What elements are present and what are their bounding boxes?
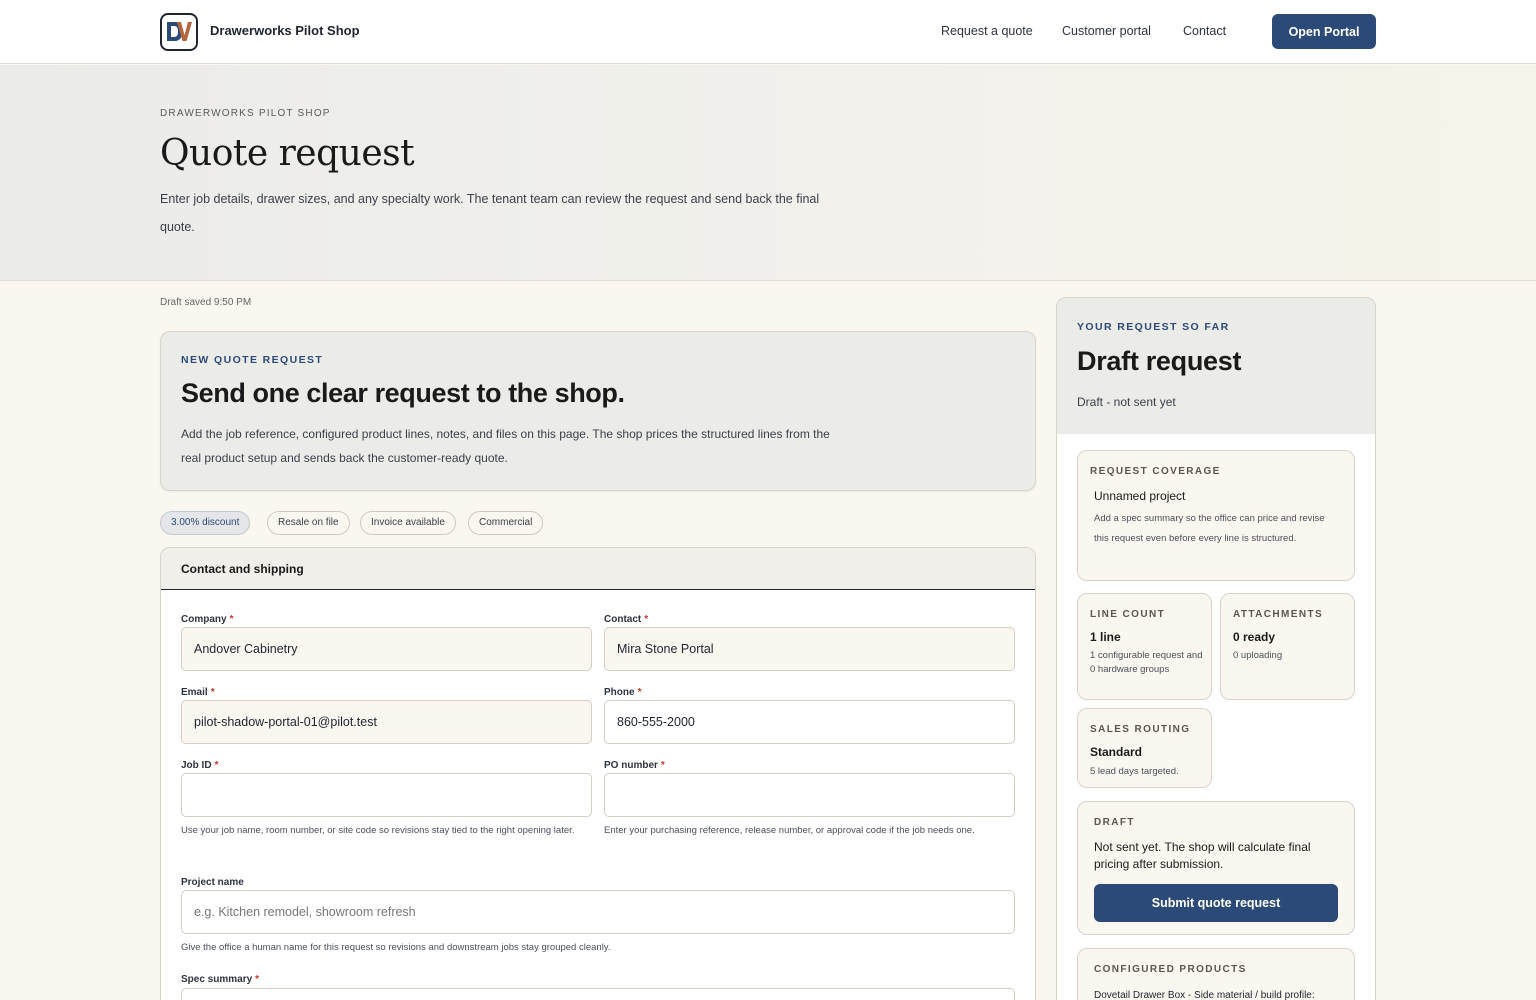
contact-shipping-form: Contact and shipping Company* Contact* E… [160, 547, 1036, 1000]
chip-discount: 3.00% discount [160, 511, 251, 535]
hero-eyebrow: DRAWERWORKS PILOT SHOP [160, 108, 331, 119]
chip-commercial: Commercial [468, 511, 544, 535]
nav-link-customer-portal[interactable]: Customer portal [1062, 24, 1151, 38]
chip-resale: Resale on file [267, 511, 350, 535]
contact-input[interactable] [604, 627, 1015, 671]
configured-product-line: Dovetail Drawer Box - Side material / bu… [1094, 990, 1315, 1000]
chip-invoice: Invoice available [360, 511, 456, 535]
request-summary-sidebar: YOUR REQUEST SO FAR Draft request Draft … [1056, 297, 1376, 1000]
draft-note: Not sent yet. The shop will calculate fi… [1094, 840, 1311, 871]
sales-routing-value: Standard [1090, 745, 1143, 759]
intro-title: Send one clear request to the shop. [181, 378, 625, 408]
project-name-label: Project name [181, 877, 244, 888]
hero-description: Enter job details, drawer sizes, and any… [160, 192, 820, 234]
po-number-label: PO number * [604, 760, 665, 771]
line-count-note: 1 configurable request and 0 hardware gr… [1090, 650, 1203, 675]
attachments-note: 0 uploading [1233, 650, 1283, 661]
sales-routing-note: 5 lead days targeted. [1090, 766, 1179, 777]
attachments-eyebrow: ATTACHMENTS [1233, 609, 1324, 620]
draft-saved-status: Draft saved 9:50 PM [160, 297, 252, 308]
contact-label: Contact * [604, 614, 649, 625]
coverage-note: Add a spec summary so the office can pri… [1094, 513, 1325, 544]
hero: DRAWERWORKS PILOT SHOP Quote request Ent… [0, 65, 1536, 281]
phone-input[interactable] [604, 700, 1015, 744]
page-title: Quote request [160, 133, 415, 174]
form-section-title: Contact and shipping [181, 562, 304, 576]
summary-status: Draft - not sent yet [1077, 395, 1176, 409]
company-input[interactable] [181, 627, 592, 671]
attachments-value: 0 ready [1233, 630, 1276, 644]
attachments-box: ATTACHMENTS 0 ready 0 uploading [1220, 593, 1355, 700]
phone-label: Phone * [604, 687, 642, 698]
project-name-input[interactable] [181, 890, 1015, 934]
coverage-value: Unnamed project [1094, 489, 1186, 503]
configured-products-eyebrow: CONFIGURED PRODUCTS [1094, 964, 1247, 975]
intro-description: Add the job reference, configured produc… [181, 427, 830, 465]
form-section-header: Contact and shipping [161, 548, 1035, 590]
brand-name[interactable]: Drawerworks Pilot Shop [210, 23, 360, 38]
job-id-label: Job ID * [181, 760, 219, 771]
intro-card: NEW QUOTE REQUEST Send one clear request… [160, 331, 1036, 491]
project-name-help: Give the office a human name for this re… [181, 942, 611, 953]
line-count-value: 1 line [1090, 630, 1121, 644]
request-coverage-box: REQUEST COVERAGE Unnamed project Add a s… [1077, 450, 1355, 581]
intro-eyebrow: NEW QUOTE REQUEST [181, 354, 324, 366]
draft-eyebrow: DRAFT [1094, 817, 1135, 828]
nav-link-contact[interactable]: Contact [1183, 24, 1226, 38]
line-count-box: LINE COUNT 1 line 1 configurable request… [1077, 593, 1212, 700]
brand-logo-icon[interactable] [160, 13, 198, 51]
draft-box: DRAFT Not sent yet. The shop will calcul… [1077, 801, 1355, 935]
company-label: Company * [181, 614, 234, 625]
top-nav: Drawerworks Pilot Shop Request a quote C… [0, 0, 1536, 64]
summary-eyebrow: YOUR REQUEST SO FAR [1077, 321, 1230, 333]
email-input[interactable] [181, 700, 592, 744]
summary-title: Draft request [1077, 346, 1242, 376]
job-id-input[interactable] [181, 773, 592, 817]
job-id-help: Use your job name, room number, or site … [181, 825, 575, 836]
summary-header: YOUR REQUEST SO FAR Draft request Draft … [1057, 298, 1375, 434]
open-portal-button[interactable]: Open Portal [1272, 14, 1376, 49]
po-number-help: Enter your purchasing reference, release… [604, 825, 975, 836]
po-number-input[interactable] [604, 773, 1015, 817]
submit-quote-request-button[interactable]: Submit quote request [1094, 884, 1338, 922]
coverage-eyebrow: REQUEST COVERAGE [1090, 466, 1221, 477]
line-count-eyebrow: LINE COUNT [1090, 609, 1166, 620]
spec-summary-input[interactable] [181, 988, 1015, 1000]
nav-link-request-quote[interactable]: Request a quote [941, 24, 1033, 38]
sales-routing-eyebrow: SALES ROUTING [1090, 724, 1191, 735]
configured-products-box: CONFIGURED PRODUCTS Dovetail Drawer Box … [1077, 948, 1355, 1000]
email-label: Email * [181, 687, 215, 698]
spec-summary-label: Spec summary * [181, 974, 260, 985]
sales-routing-box: SALES ROUTING Standard 5 lead days targe… [1077, 708, 1212, 788]
